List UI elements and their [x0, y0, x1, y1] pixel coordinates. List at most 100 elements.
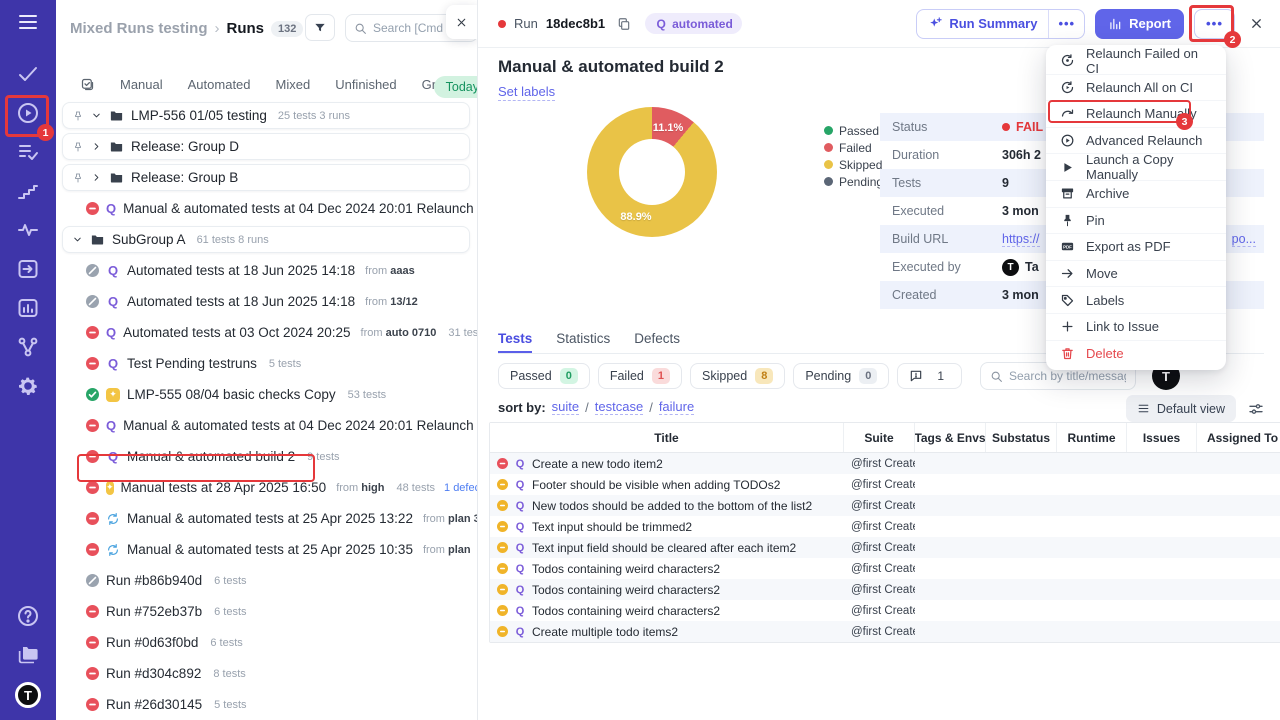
chevron-right-icon[interactable] — [91, 141, 102, 152]
chevron-right-icon[interactable] — [91, 172, 102, 183]
menu-item-relaunch-all-on-ci[interactable]: Relaunch All on CI — [1046, 75, 1226, 102]
sort-by-failure[interactable]: failure — [659, 399, 694, 415]
status-text: FAIL — [1016, 120, 1043, 134]
group-row[interactable]: SubGroup A61 tests 8 runs — [62, 226, 470, 253]
breadcrumb-project[interactable]: Mixed Runs testing — [70, 20, 208, 37]
run-list-item[interactable]: Run #b86b940d6 tests — [56, 573, 478, 588]
table-row[interactable]: QTodos containing weird characters2@firs… — [490, 558, 1280, 579]
sort-by-testcase[interactable]: testcase — [595, 399, 643, 415]
run-summary-button[interactable]: Run Summary ••• — [916, 9, 1085, 39]
filter-button[interactable] — [305, 14, 335, 41]
group-row[interactable]: Release: Group D — [62, 133, 470, 160]
tab-statistics[interactable]: Statistics — [556, 331, 610, 353]
run-list-item[interactable]: QAutomated tests at 03 Oct 2024 20:25fro… — [56, 325, 478, 340]
menu-item-move[interactable]: Move — [1046, 261, 1226, 288]
table-row[interactable]: QCreate a new todo item2@first Create ..… — [490, 453, 1280, 474]
sign-in-icon[interactable] — [16, 257, 40, 281]
table-row[interactable]: QTodos containing weird characters2@firs… — [490, 600, 1280, 621]
run-list-item[interactable]: Run #d304c8928 tests — [56, 666, 478, 681]
run-defects-link[interactable]: 1 defects — [444, 482, 478, 494]
menu-item-archive[interactable]: Archive — [1046, 181, 1226, 208]
panel-close-button[interactable] — [446, 5, 477, 39]
menu-item-delete[interactable]: Delete — [1046, 341, 1226, 368]
skipped-filter-chip[interactable]: Skipped8 — [690, 363, 785, 389]
test-suite-cell: @first Create ... — [844, 479, 915, 491]
build-url-link-tail[interactable]: po... — [1232, 232, 1256, 247]
table-row[interactable]: QText input should be trimmed2@first Cre… — [490, 516, 1280, 537]
table-row[interactable]: QCreate multiple todo items2@first Creat… — [490, 621, 1280, 642]
comments-filter-chip[interactable]: 1 — [897, 363, 962, 389]
fact-label: Build URL — [892, 232, 1002, 246]
run-status-icon — [86, 512, 99, 525]
table-row[interactable]: QNew todos should be added to the bottom… — [490, 495, 1280, 516]
run-summary-more-button[interactable]: ••• — [1048, 10, 1084, 38]
git-branch-icon[interactable] — [16, 335, 40, 359]
build-url-link[interactable]: https:// — [1002, 232, 1040, 247]
list-slot: SubGroup A61 tests 8 runs — [56, 224, 478, 255]
menu-item-label: Archive — [1086, 186, 1129, 201]
run-list-item[interactable]: Manual & automated tests at 25 Apr 2025 … — [56, 540, 478, 559]
menu-item-advanced-relaunch[interactable]: Advanced Relaunch — [1046, 128, 1226, 155]
bar-chart-icon[interactable] — [16, 296, 40, 320]
report-button[interactable]: Report — [1095, 9, 1184, 39]
breadcrumb-section[interactable]: Runs — [227, 20, 265, 37]
automated-run-icon: Q — [514, 500, 526, 512]
tab-defects[interactable]: Defects — [634, 331, 680, 353]
pending-filter-chip[interactable]: Pending0 — [793, 363, 889, 389]
run-list-item[interactable]: QManual & automated tests at 04 Dec 2024… — [56, 201, 478, 216]
folders-icon[interactable] — [16, 643, 40, 667]
menu-icon[interactable] — [16, 10, 40, 34]
automated-badge[interactable]: Qautomated — [645, 13, 742, 34]
steps-icon[interactable] — [16, 179, 40, 203]
run-list-item[interactable]: QManual & automated build 29 tests — [56, 449, 478, 464]
activity-icon[interactable] — [16, 218, 40, 242]
passed-filter-chip[interactable]: Passed0 — [498, 363, 590, 389]
run-list-item[interactable]: Run #0d63f0bd6 tests — [56, 635, 478, 650]
run-list-item[interactable]: Run #752eb37b6 tests — [56, 604, 478, 619]
detail-close-icon[interactable] — [1249, 16, 1264, 31]
menu-item-relaunch-manually[interactable]: Relaunch Manually — [1046, 101, 1226, 128]
menu-item-relaunch-failed-on-ci[interactable]: Relaunch Failed on CI — [1046, 48, 1226, 75]
failed-filter-chip[interactable]: Failed1 — [598, 363, 682, 389]
user-avatar[interactable]: T — [15, 682, 41, 708]
default-view-button[interactable]: Default view — [1126, 395, 1236, 422]
run-list-item[interactable]: Manual & automated tests at 25 Apr 2025 … — [56, 511, 478, 526]
menu-item-pin[interactable]: Pin — [1046, 208, 1226, 235]
play-circle-icon[interactable] — [16, 101, 40, 125]
chevron-down-icon[interactable] — [72, 234, 83, 245]
tab-manual[interactable]: Manual — [120, 77, 163, 92]
sliders-icon[interactable] — [1248, 401, 1264, 417]
select-all-icon[interactable] — [80, 77, 95, 92]
menu-item-link-to-issue[interactable]: Link to Issue — [1046, 314, 1226, 341]
more-actions-button[interactable]: ••• — [1194, 9, 1235, 39]
tests-search-input[interactable] — [1009, 369, 1126, 383]
table-row[interactable]: QText input field should be cleared afte… — [490, 537, 1280, 558]
check-icon[interactable] — [16, 62, 40, 86]
set-labels-link[interactable]: Set labels — [498, 84, 555, 101]
list-check-icon[interactable] — [16, 140, 40, 164]
gear-icon[interactable] — [16, 374, 40, 398]
tab-unfinished[interactable]: Unfinished — [335, 77, 396, 92]
tab-tests[interactable]: Tests — [498, 331, 532, 353]
run-list-item[interactable]: QTest Pending testruns5 tests — [56, 356, 478, 371]
tab-today[interactable]: Today — [434, 76, 478, 98]
help-icon[interactable] — [16, 604, 40, 628]
sort-by-suite[interactable]: suite — [552, 399, 579, 415]
run-list-item[interactable]: QAutomated tests at 18 Jun 2025 14:18fro… — [56, 294, 478, 309]
menu-item-labels[interactable]: Labels — [1046, 287, 1226, 314]
run-list-item[interactable]: ✦LMP-555 08/04 basic checks Copy53 tests — [56, 387, 478, 402]
group-row[interactable]: LMP-556 01/05 testing25 tests 3 runs — [62, 102, 470, 129]
run-list-item[interactable]: Run #26d301455 tests — [56, 697, 478, 712]
run-list-item[interactable]: QAutomated tests at 18 Jun 2025 14:18fro… — [56, 263, 478, 278]
table-row[interactable]: QTodos containing weird characters2@firs… — [490, 579, 1280, 600]
menu-item-launch-a-copy-manually[interactable]: Launch a Copy Manually — [1046, 154, 1226, 181]
tab-mixed[interactable]: Mixed — [276, 77, 311, 92]
tab-automated[interactable]: Automated — [188, 77, 251, 92]
copy-icon[interactable] — [617, 17, 631, 31]
run-list-item[interactable]: ✦Manual tests at 28 Apr 2025 16:50from h… — [56, 480, 478, 495]
chevron-down-icon[interactable] — [91, 110, 102, 121]
group-row[interactable]: Release: Group B — [62, 164, 470, 191]
run-list-item[interactable]: QManual & automated tests at 04 Dec 2024… — [56, 418, 478, 433]
menu-item-export-as-pdf[interactable]: PDFExport as PDF — [1046, 234, 1226, 261]
table-row[interactable]: QFooter should be visible when adding TO… — [490, 474, 1280, 495]
